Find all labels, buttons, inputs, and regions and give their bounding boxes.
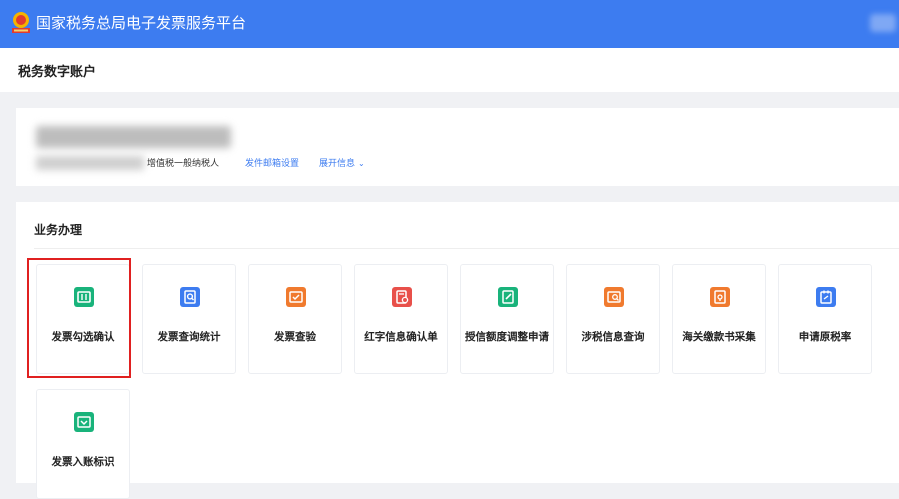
tile-red-info[interactable]: 红字信息确认单 (354, 264, 448, 374)
credit-adjust-icon (498, 287, 518, 307)
top-bar: 国家税务总局电子发票服务平台 (0, 0, 899, 48)
redacted-tax-id (36, 156, 144, 170)
expand-info-link[interactable]: 展开信息 ⌄ (319, 156, 365, 169)
business-section-title: 业务办理 (34, 223, 83, 237)
tile-label: 海关缴款书采集 (682, 331, 756, 343)
tile-label: 发票查询统计 (157, 331, 221, 343)
account-card: 增值税一般纳税人 发件邮箱设置 展开信息 ⌄ (16, 108, 899, 186)
tile-tax-info-search[interactable]: 涉税信息查询 (566, 264, 660, 374)
customs-payment-icon (710, 287, 730, 307)
tile-label: 申请原税率 (798, 331, 852, 343)
tile-label: 红字信息确认单 (364, 331, 438, 343)
tile-label: 涉税信息查询 (581, 331, 645, 343)
tile-credit-adjust[interactable]: 授信额度调整申请 (460, 264, 554, 374)
tile-label: 发票入账标识 (51, 456, 115, 468)
expand-info-label: 展开信息 (319, 159, 356, 169)
taxpayer-type: 增值税一般纳税人 (147, 159, 220, 169)
email-settings-link[interactable]: 发件邮箱设置 (245, 156, 299, 169)
app-title: 国家税务总局电子发票服务平台 (36, 14, 247, 32)
chevron-down-icon: ⌄ (358, 159, 365, 168)
divider (34, 248, 899, 249)
tax-info-search-icon (604, 287, 624, 307)
invoice-verify-icon (286, 287, 306, 307)
business-card: 业务办理 发票勾选确认 发票查询统计 发票查验 红字信息确认单 授信额度调整申请 (16, 202, 899, 499)
page-title: 税务数字账户 (18, 65, 97, 80)
tile-label: 发票查验 (274, 331, 316, 343)
invoice-booking-icon (74, 412, 94, 432)
tile-invoice-verify[interactable]: 发票查验 (248, 264, 342, 374)
original-rate-icon (816, 287, 836, 307)
tax-emblem-logo (12, 12, 30, 33)
tile-original-rate[interactable]: 申请原税率 (778, 264, 872, 374)
tile-invoice-search[interactable]: 发票查询统计 (142, 264, 236, 374)
page-header (0, 48, 899, 92)
tile-label: 授信额度调整申请 (465, 331, 549, 343)
user-menu[interactable] (870, 14, 896, 32)
tile-customs-payment[interactable]: 海关缴款书采集 (672, 264, 766, 374)
highlight-box (27, 258, 131, 378)
red-info-icon (392, 287, 412, 307)
redacted-company-name (36, 126, 231, 148)
invoice-search-icon (180, 287, 200, 307)
